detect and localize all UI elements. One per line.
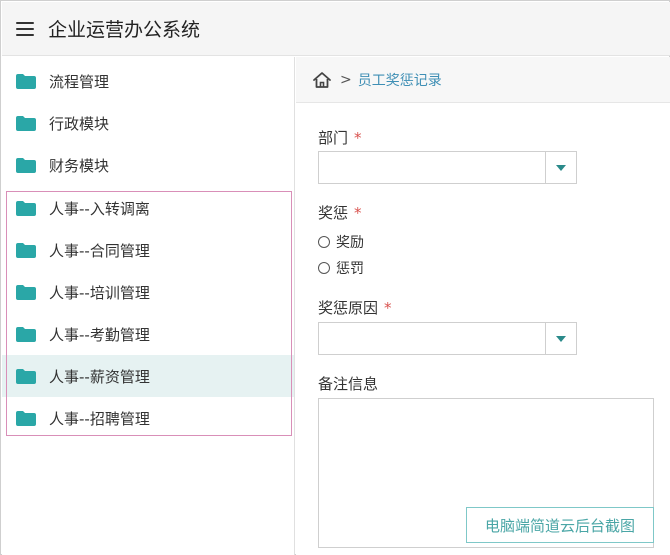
breadcrumb-current[interactable]: 员工奖惩记录 bbox=[358, 70, 442, 90]
sidebar-item-label: 人事--合同管理 bbox=[49, 241, 150, 260]
chevron-down-icon bbox=[556, 335, 566, 342]
breadcrumb: > 员工奖惩记录 bbox=[296, 57, 670, 103]
app-header: 企业运营办公系统 bbox=[2, 2, 670, 56]
watermark: 电脑端简道云后台截图 bbox=[466, 507, 654, 543]
sidebar-item-label: 人事--招聘管理 bbox=[49, 409, 150, 428]
radio-punish[interactable]: 惩罚 bbox=[318, 258, 364, 278]
reason-label: 奖惩原因 * bbox=[318, 299, 392, 317]
sidebar-item-label: 人事--培训管理 bbox=[49, 283, 150, 302]
sidebar-item-hr-recruitment[interactable]: 人事--招聘管理 bbox=[2, 397, 294, 439]
folder-icon bbox=[16, 73, 36, 89]
sidebar-item-process[interactable]: 流程管理 bbox=[2, 60, 294, 102]
main-content: > 员工奖惩记录 部门 * 奖惩 * 奖励 惩罚 奖惩原因 * 备注信息 电脑端简道云… bbox=[296, 57, 670, 555]
dropdown-toggle[interactable] bbox=[545, 323, 576, 354]
department-select[interactable] bbox=[318, 151, 577, 184]
reward-punish-label: 奖惩 * bbox=[318, 204, 362, 222]
sidebar-item-label: 财务模块 bbox=[49, 156, 110, 175]
folder-icon bbox=[16, 326, 36, 342]
radio-circle-icon[interactable] bbox=[318, 236, 330, 248]
reason-select[interactable] bbox=[318, 322, 577, 355]
sidebar-item-admin[interactable]: 行政模块 bbox=[2, 102, 294, 144]
menu-icon[interactable] bbox=[16, 21, 34, 36]
sidebar-item-hr-training[interactable]: 人事--培训管理 bbox=[2, 271, 294, 313]
breadcrumb-separator: > bbox=[340, 71, 352, 88]
sidebar-item-hr-attendance[interactable]: 人事--考勤管理 bbox=[2, 313, 294, 355]
home-icon[interactable] bbox=[312, 71, 332, 89]
required-mark: * bbox=[384, 299, 392, 317]
radio-circle-icon[interactable] bbox=[318, 262, 330, 274]
folder-icon bbox=[16, 368, 36, 384]
folder-icon bbox=[16, 200, 36, 216]
sidebar-item-hr-contract[interactable]: 人事--合同管理 bbox=[2, 229, 294, 271]
folder-icon bbox=[16, 284, 36, 300]
sidebar-item-hr-onboarding[interactable]: 人事--入转调离 bbox=[2, 187, 294, 229]
sidebar-item-label: 人事--入转调离 bbox=[49, 199, 150, 218]
sidebar-item-hr-payroll[interactable]: 人事--薪资管理 bbox=[2, 355, 294, 397]
chevron-down-icon bbox=[556, 164, 566, 171]
dropdown-toggle[interactable] bbox=[545, 152, 576, 183]
sidebar-item-label: 流程管理 bbox=[49, 72, 110, 91]
radio-label: 惩罚 bbox=[336, 261, 364, 277]
sidebar-item-label: 人事--薪资管理 bbox=[49, 367, 150, 386]
remarks-label: 备注信息 bbox=[318, 375, 379, 393]
folder-icon bbox=[16, 115, 36, 131]
required-mark: * bbox=[354, 204, 362, 222]
sidebar-item-label: 行政模块 bbox=[49, 114, 110, 133]
sidebar-item-finance[interactable]: 财务模块 bbox=[2, 144, 294, 186]
folder-icon bbox=[16, 410, 36, 426]
radio-label: 奖励 bbox=[336, 235, 364, 251]
sidebar-item-label: 人事--考勤管理 bbox=[49, 325, 150, 344]
folder-icon bbox=[16, 242, 36, 258]
required-mark: * bbox=[354, 129, 362, 147]
sidebar: 流程管理 行政模块 财务模块 人事--入转调离 人事--合同管理 人事--培训管… bbox=[2, 57, 295, 555]
app-frame: 企业运营办公系统 流程管理 行政模块 财务模块 人事--入转调离 人事--合同管… bbox=[0, 0, 670, 555]
radio-reward[interactable]: 奖励 bbox=[318, 232, 364, 252]
folder-icon bbox=[16, 157, 36, 173]
app-title: 企业运营办公系统 bbox=[48, 19, 201, 41]
department-label: 部门 * bbox=[318, 129, 362, 147]
